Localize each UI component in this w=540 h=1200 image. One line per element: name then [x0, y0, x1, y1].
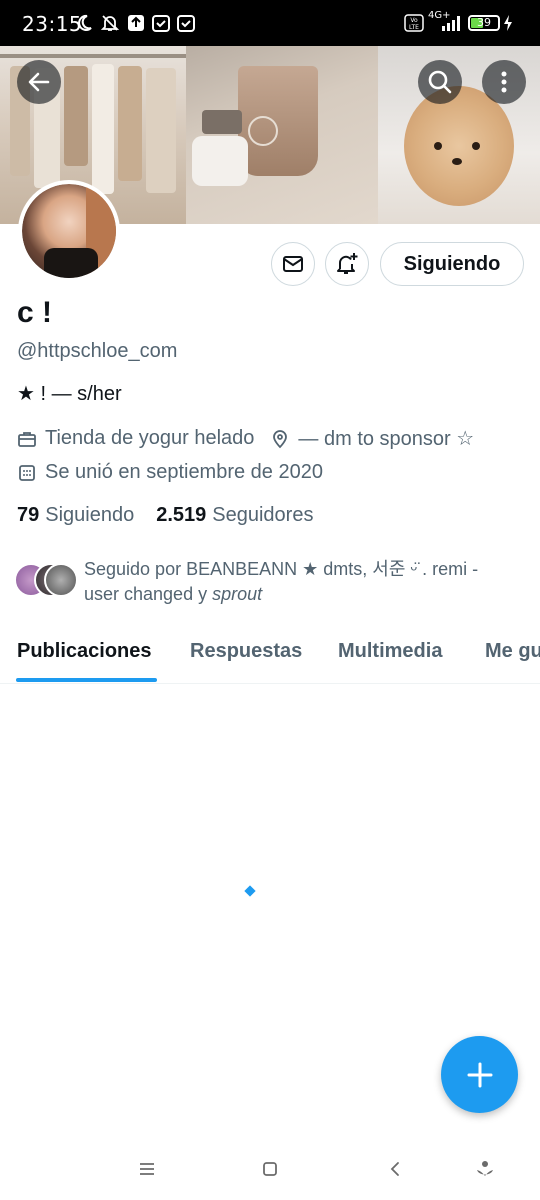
joined-text: Se unió en septiembre de 2020 [45, 461, 323, 483]
tab-respuestas[interactable]: Respuestas [190, 640, 302, 663]
recent-apps-button[interactable] [132, 1154, 162, 1184]
active-tab-indicator [16, 678, 157, 682]
loading-spinner [244, 885, 256, 897]
followers-label: Seguidores [212, 504, 314, 526]
profile-bio: ★ ! — s/her [17, 383, 122, 405]
following-button[interactable]: Siguiendo [380, 242, 524, 286]
moon-icon [78, 14, 92, 31]
banner-photo-coffee [186, 46, 378, 224]
back-button[interactable] [17, 60, 61, 104]
briefcase-icon [18, 431, 36, 447]
following-label: Siguiendo [45, 504, 135, 526]
battery-level: 39 [477, 16, 491, 29]
mail-icon [283, 256, 303, 272]
back-chevron-icon [390, 1162, 399, 1176]
home-square-icon [263, 1162, 277, 1176]
profile-stats: 79 Siguiendo 2.519 Seguidores [17, 504, 335, 527]
assistant-button[interactable] [470, 1154, 500, 1184]
location-text: — dm to sponsor ☆ [298, 428, 475, 450]
followers-count: 2.519 [156, 504, 207, 526]
notify-button[interactable] [325, 242, 369, 286]
message-button[interactable] [271, 242, 315, 286]
tab-me-gusta[interactable]: Me gusta [485, 640, 540, 663]
avatar[interactable] [18, 180, 120, 282]
profile-name: c ! [17, 296, 53, 329]
volte-icon: VoLTE [404, 14, 424, 32]
calendar-icon [152, 15, 170, 32]
arrow-left-icon [28, 72, 50, 92]
status-bar: 23:15 Vo LTE 4G+ 39 [0, 0, 540, 46]
svg-text:LTE: LTE [409, 24, 419, 31]
nav-back-button[interactable] [380, 1154, 410, 1184]
followed-by-names: Seguido por BEANBEANN ★ dmts, 서준 ᵕ̈ . re… [84, 559, 479, 604]
profile-meta-row: Tienda de yogur helado — dm to sponsor ☆ [17, 426, 474, 451]
profession-text: Tienda de yogur helado [45, 427, 255, 449]
calendar-icon [177, 15, 195, 32]
battery-icon: 39 [468, 15, 500, 31]
following-count: 79 [17, 504, 40, 526]
home-button[interactable] [255, 1154, 285, 1184]
signal-icon [442, 16, 460, 31]
profile-handle: @httpschloe_com [17, 340, 178, 362]
more-vertical-icon [501, 71, 507, 93]
followed-by-text: Seguido por BEANBEANN ★ dmts, 서준 ᵕ̈ . re… [84, 557, 504, 607]
status-right-group: Vo LTE 4G+ 39 [404, 10, 526, 34]
bell-plus-icon [337, 253, 358, 274]
tab-publicaciones[interactable]: Publicaciones [17, 640, 152, 663]
search-button[interactable] [418, 60, 462, 104]
plus-icon [467, 1062, 492, 1087]
follower-avatar [44, 563, 78, 597]
search-icon [428, 70, 452, 94]
followers-stat[interactable]: 2.519 Seguidores [156, 504, 313, 527]
system-nav-bar [0, 1140, 540, 1200]
joined-row: Se unió en septiembre de 2020 [17, 461, 323, 484]
assistant-icon [477, 1161, 493, 1176]
location-pin-icon [273, 429, 288, 448]
menu-icon [140, 1163, 154, 1175]
profile-tabs: Publicaciones Respuestas Multimedia Me g… [0, 620, 540, 684]
following-stat[interactable]: 79 Siguiendo [17, 504, 134, 527]
profession-item: Tienda de yogur helado [17, 427, 254, 450]
location-item: — dm to sponsor ☆ [270, 426, 474, 451]
calendar-icon [19, 464, 35, 481]
bell-off-icon [100, 15, 120, 31]
compose-button[interactable] [441, 1036, 518, 1113]
avatar-photo [22, 184, 116, 278]
followed-by-last: sprout [212, 584, 263, 604]
more-button[interactable] [482, 60, 526, 104]
tab-multimedia[interactable]: Multimedia [338, 640, 442, 663]
upload-icon [128, 15, 144, 31]
charging-icon [504, 15, 512, 31]
svg-text:Vo: Vo [410, 17, 418, 24]
